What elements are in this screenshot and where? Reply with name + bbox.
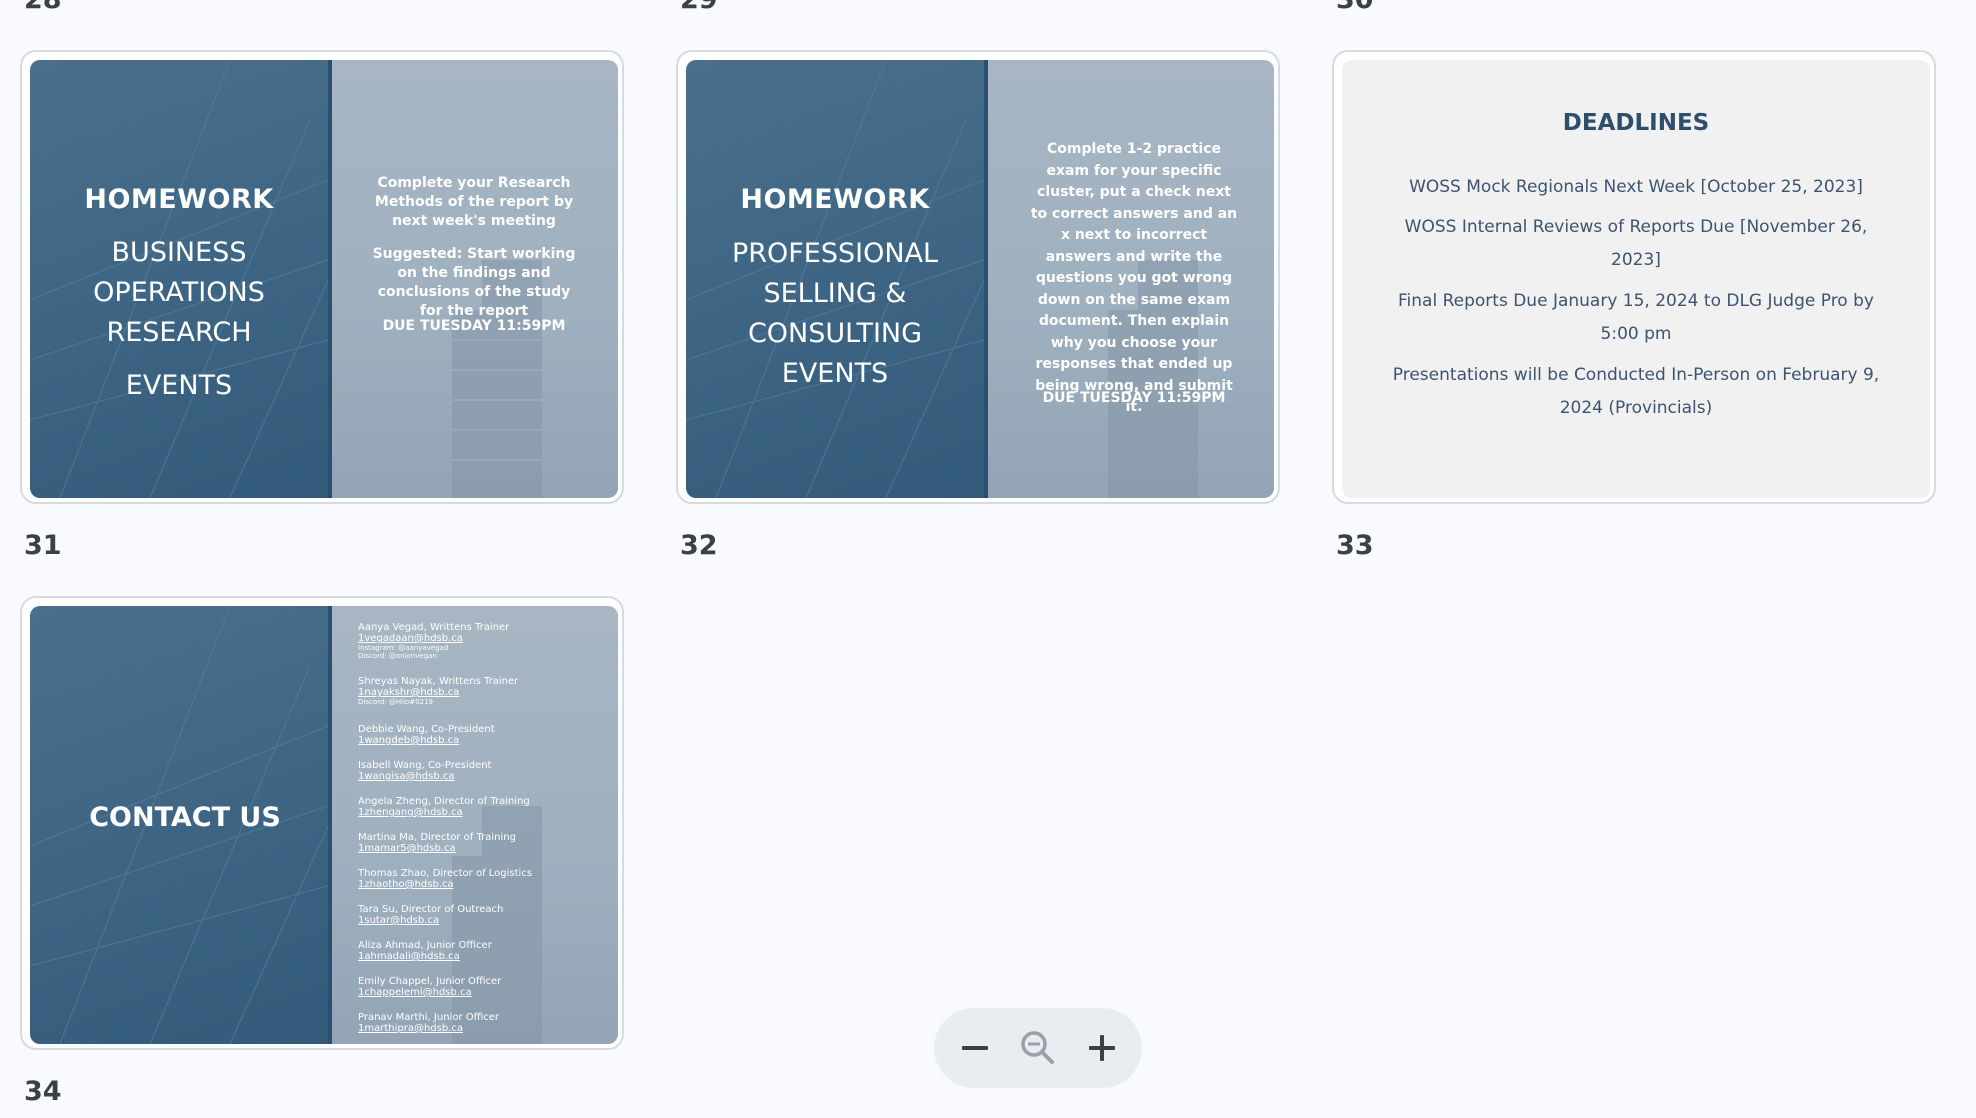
contact-email[interactable]: 1ahmadali@hdsb.ca: [358, 951, 492, 962]
page-number: 28: [24, 0, 62, 13]
contact-name: Thomas Zhao, Director of Logistics: [358, 868, 533, 879]
contact-entry: Angela Zheng, Director of Training 1zhen…: [358, 796, 530, 818]
slide-thumbnail-34[interactable]: CONTACT US Aanya Vegad, Writtens Trainer…: [20, 596, 624, 1050]
contact-social: Instagram: @aanyavegad: [358, 644, 449, 652]
contact-email[interactable]: 1wangdeb@hdsb.ca: [358, 735, 495, 746]
zoom-out-button[interactable]: [950, 1024, 998, 1072]
plus-icon: [1089, 1035, 1115, 1061]
slide-suggestion: Suggested: Start working on the findings…: [372, 246, 576, 319]
contact-social: Discord: @Hilo#0219: [358, 698, 434, 706]
contact-email[interactable]: 1zhaotho@hdsb.ca: [358, 879, 532, 890]
minus-icon: [962, 1046, 988, 1050]
slide-canvas: DEADLINES WOSS Mock Regionals Next Week …: [1342, 60, 1930, 498]
contact-name: Emily Chappel, Junior Officer: [358, 976, 502, 987]
deadline-item: Final Reports Due January 15, 2024 to DL…: [1398, 291, 1874, 344]
slide-subject: PROFESSIONAL SELLING & CONSULTING EVENTS: [686, 234, 984, 394]
slide-subject: BUSINESS OPERATIONS RESEARCH: [30, 233, 328, 353]
zoom-in-button[interactable]: [1078, 1024, 1126, 1072]
page-number: 31: [24, 530, 62, 561]
contact-social: Discord: @onionvegan: [358, 652, 437, 660]
contact-email[interactable]: 1wangisa@hdsb.ca: [358, 771, 491, 782]
slide-right-panel: Complete 1-2 practice exam for your spec…: [988, 60, 1274, 498]
subject-line: BUSINESS: [111, 237, 247, 268]
slide-left-panel: HOMEWORK BUSINESS OPERATIONS RESEARCH EV…: [30, 60, 328, 498]
contact-entry: Aliza Ahmad, Junior Officer 1ahmadali@hd…: [358, 940, 492, 962]
subject-line: PROFESSIONAL: [731, 238, 939, 269]
contact-entry: Emily Chappel, Junior Officer 1chappelem…: [358, 976, 501, 998]
slide-instructions: Complete your Research Methods of the re…: [374, 175, 574, 229]
slide-title: HOMEWORK: [740, 184, 930, 215]
contact-name: Martina Ma, Director of Training: [358, 832, 516, 843]
contact-entry: Aanya Vegad, Writtens Trainer 1vegadaan@…: [358, 622, 509, 660]
contact-entry: Debbie Wang, Co-President 1wangdeb@hdsb.…: [358, 724, 495, 746]
zoom-reset-button[interactable]: [1014, 1024, 1062, 1072]
contact-email[interactable]: 1mamar5@hdsb.ca: [358, 843, 516, 854]
subject-line: RESEARCH: [106, 317, 252, 348]
subject-line: EVENTS: [781, 358, 889, 389]
slide-instructions: Complete 1-2 practice exam for your spec…: [1030, 141, 1238, 415]
contact-name: Tara Su, Director of Outreach: [358, 904, 504, 915]
slide-canvas: HOMEWORK BUSINESS OPERATIONS RESEARCH EV…: [30, 60, 618, 498]
subject-line: SELLING &: [763, 278, 907, 309]
contact-entry: Isabell Wang, Co-President 1wangisa@hdsb…: [358, 760, 491, 782]
slide-thumbnail-33[interactable]: DEADLINES WOSS Mock Regionals Next Week …: [1332, 50, 1936, 504]
page-number: 33: [1336, 530, 1374, 561]
slide-left-panel: HOMEWORK PROFESSIONAL SELLING & CONSULTI…: [686, 60, 984, 498]
slide-canvas: HOMEWORK PROFESSIONAL SELLING & CONSULTI…: [686, 60, 1274, 498]
contact-email[interactable]: 1vegadaan@hdsb.ca: [358, 633, 509, 644]
contact-email[interactable]: 1zhengang@hdsb.ca: [358, 807, 530, 818]
contact-name: Aliza Ahmad, Junior Officer: [358, 940, 492, 951]
contact-name: Angela Zheng, Director of Training: [358, 796, 530, 807]
contact-name: Pranav Marthi, Junior Officer: [358, 1012, 500, 1023]
contact-entry: Pranav Marthi, Junior Officer 1marthipra…: [358, 1012, 499, 1034]
subject-line: OPERATIONS: [93, 277, 265, 308]
slide-thumbnail-31[interactable]: HOMEWORK BUSINESS OPERATIONS RESEARCH EV…: [20, 50, 624, 504]
contact-entry: Shreyas Nayak, Writtens Trainer 1nayaksh…: [358, 676, 518, 706]
contact-name: Debbie Wang, Co-President: [358, 724, 495, 735]
slide-title: CONTACT US: [89, 802, 281, 833]
slide-title: HOMEWORK: [84, 184, 274, 215]
contact-name: Shreyas Nayak, Writtens Trainer: [358, 676, 519, 687]
deadline-item: Presentations will be Conducted In-Perso…: [1392, 365, 1880, 418]
slide-events: EVENTS: [125, 370, 233, 401]
contact-email[interactable]: 1marthipra@hdsb.ca: [358, 1023, 499, 1034]
deadline-item: WOSS Internal Reviews of Reports Due [No…: [1404, 217, 1868, 270]
slide-right-panel: Complete your Research Methods of the re…: [332, 60, 618, 498]
slide-thumbnail-32[interactable]: HOMEWORK PROFESSIONAL SELLING & CONSULTI…: [676, 50, 1280, 504]
contact-entry: Martina Ma, Director of Training 1mamar5…: [358, 832, 516, 854]
deadline-item: WOSS Mock Regionals Next Week [October 2…: [1409, 177, 1863, 197]
subject-line: CONSULTING: [747, 318, 923, 349]
slide-canvas: CONTACT US Aanya Vegad, Writtens Trainer…: [30, 606, 618, 1044]
contact-email[interactable]: 1sutar@hdsb.ca: [358, 915, 503, 926]
page-number: 30: [1336, 0, 1374, 13]
zoom-magnifier-icon: [1021, 1031, 1054, 1064]
slide-due-date: DUE TUESDAY 11:59PM: [1042, 390, 1226, 406]
page-number: 29: [680, 0, 718, 13]
contact-entry: Tara Su, Director of Outreach 1sutar@hds…: [358, 904, 503, 926]
slide-due-date: DUE TUESDAY 11:59PM: [382, 318, 566, 334]
contact-name: Aanya Vegad, Writtens Trainer: [358, 622, 510, 633]
page-number: 32: [680, 530, 718, 561]
zoom-toolbar: [934, 1008, 1142, 1088]
contact-email[interactable]: 1nayakshr@hdsb.ca: [358, 687, 518, 698]
contact-email[interactable]: 1chappelemi@hdsb.ca: [358, 987, 501, 998]
page-number: 34: [24, 1076, 62, 1107]
contact-entry: Thomas Zhao, Director of Logistics 1zhao…: [358, 868, 532, 890]
slide-title: DEADLINES: [1562, 110, 1710, 136]
contact-name: Isabell Wang, Co-President: [358, 760, 492, 771]
